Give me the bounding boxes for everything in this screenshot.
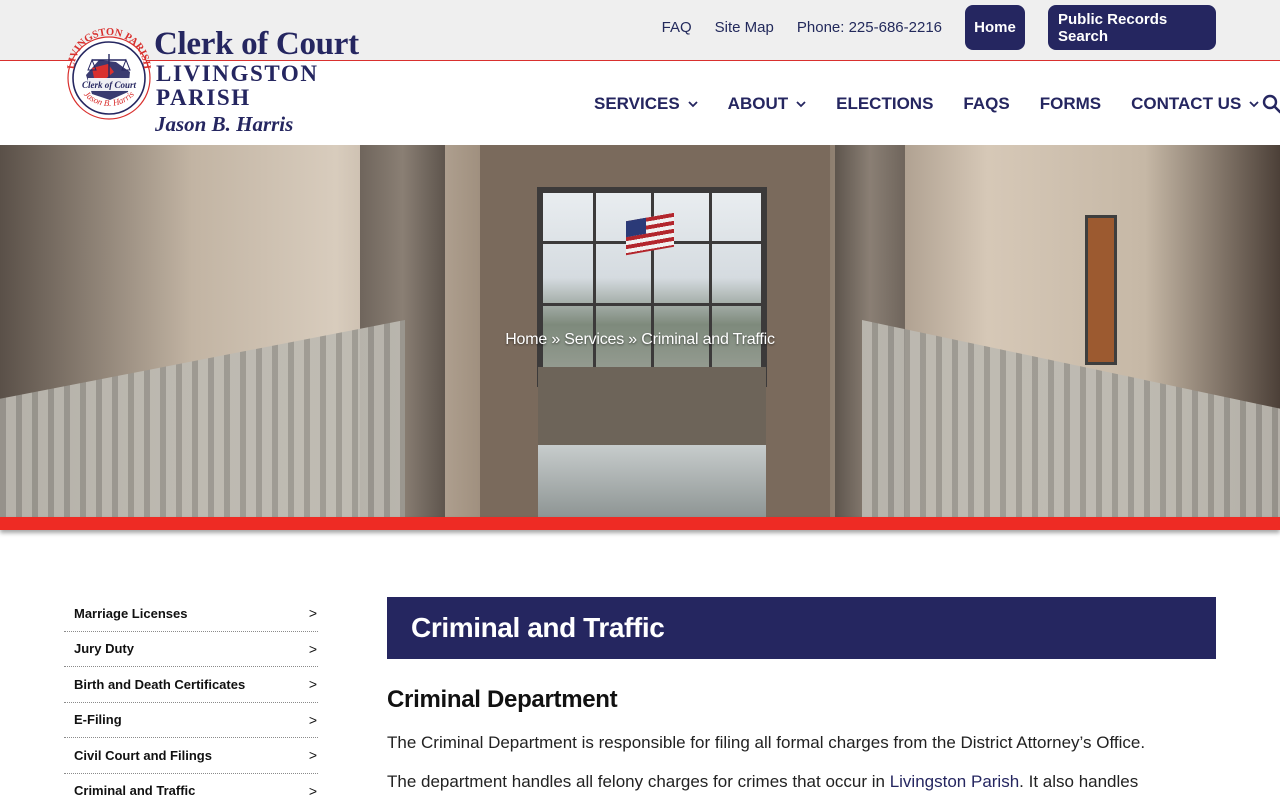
utility-nav: FAQ Site Map Phone: 225-686-2216 Home Pu… bbox=[662, 0, 1216, 55]
page-title: Criminal and Traffic bbox=[411, 612, 665, 643]
chevron-right-icon: > bbox=[308, 747, 317, 764]
sidebar-item-jury-duty[interactable]: Jury Duty > bbox=[64, 632, 318, 667]
sidebar-item-criminal-traffic[interactable]: Criminal and Traffic > bbox=[64, 774, 318, 800]
paragraph-2-start: The department handles all felony charge… bbox=[387, 772, 890, 791]
sidebar-item-birth-death-certificates[interactable]: Birth and Death Certificates > bbox=[64, 667, 318, 703]
nav-about[interactable]: ABOUT bbox=[728, 94, 806, 114]
chevron-right-icon: > bbox=[308, 605, 317, 622]
nav-contact-us-label: CONTACT US bbox=[1131, 94, 1242, 113]
home-button[interactable]: Home bbox=[965, 5, 1025, 50]
breadcrumb-services[interactable]: Services bbox=[564, 331, 624, 348]
logo-subtitle: LIVINGSTON PARISH bbox=[156, 61, 319, 110]
seal-center-text: Clerk of Court bbox=[82, 80, 137, 90]
main-nav: SERVICES ABOUT ELECTIONS FAQS FORMS CONT… bbox=[594, 92, 1280, 116]
nav-elections-label: ELECTIONS bbox=[836, 94, 934, 113]
section-heading: Criminal Department bbox=[387, 686, 618, 713]
phone-link[interactable]: Phone: 225-686-2216 bbox=[797, 19, 942, 36]
livingston-parish-link[interactable]: Livingston Parish bbox=[890, 772, 1019, 791]
site-map-link[interactable]: Site Map bbox=[715, 19, 774, 36]
sidebar-item-label: Civil Court and Filings bbox=[74, 747, 212, 763]
sidebar-item-label: Birth and Death Certificates bbox=[74, 676, 246, 692]
search-icon[interactable] bbox=[1262, 94, 1280, 114]
nav-about-label: ABOUT bbox=[727, 94, 789, 113]
chevron-down-icon bbox=[688, 101, 698, 108]
sidebar-item-civil-court[interactable]: Civil Court and Filings > bbox=[64, 738, 318, 774]
hero-photo-doors bbox=[538, 445, 766, 517]
logo-wordmark: Clerk of Court LIVINGSTON PARISH Jason B… bbox=[154, 26, 409, 138]
public-records-search-button[interactable]: Public Records Search bbox=[1048, 5, 1216, 50]
chevron-right-icon: > bbox=[308, 711, 317, 728]
main-content: Criminal and Traffic Criminal Department… bbox=[387, 597, 1216, 793]
sidebar-item-marriage-licenses[interactable]: Marriage Licenses > bbox=[64, 596, 318, 632]
nav-services[interactable]: SERVICES bbox=[594, 94, 698, 114]
breadcrumb-separator: » bbox=[624, 331, 642, 348]
breadcrumb-home[interactable]: Home bbox=[505, 331, 547, 348]
nav-forms[interactable]: FORMS bbox=[1040, 94, 1101, 114]
breadcrumb-separator: » bbox=[547, 331, 565, 348]
logo-clerk-name: Jason B. Harris bbox=[155, 112, 294, 136]
paragraph-2-end: . It also handles bbox=[1019, 772, 1139, 791]
sidebar-item-label: E-Filing bbox=[74, 712, 122, 728]
paragraph-2: The department handles all felony charge… bbox=[387, 771, 1216, 793]
sidebar-item-label: Criminal and Traffic bbox=[74, 783, 196, 799]
chevron-right-icon: > bbox=[308, 676, 317, 693]
nav-faqs[interactable]: FAQS bbox=[963, 94, 1009, 114]
faq-link[interactable]: FAQ bbox=[662, 19, 692, 36]
accent-divider bbox=[0, 517, 1280, 530]
sidebar-item-label: Jury Duty bbox=[74, 641, 134, 657]
nav-services-label: SERVICES bbox=[594, 94, 680, 113]
chevron-right-icon: > bbox=[308, 640, 317, 657]
chevron-down-icon bbox=[796, 101, 806, 108]
chevron-right-icon: > bbox=[308, 782, 317, 799]
parish-seal-icon: LIVINGSTON PARISH Jason B. Harris Clerk … bbox=[66, 27, 152, 120]
paragraph-1: The Criminal Department is responsible f… bbox=[387, 733, 1146, 752]
site-logo[interactable]: LIVINGSTON PARISH Jason B. Harris Clerk … bbox=[64, 20, 409, 136]
hero-banner: Home » Services » Criminal and Traffic bbox=[0, 145, 1280, 517]
nav-elections[interactable]: ELECTIONS bbox=[836, 94, 933, 114]
nav-faqs-label: FAQS bbox=[963, 94, 1010, 113]
hero-photo-balcony bbox=[538, 367, 766, 447]
sidebar-item-label: Marriage Licenses bbox=[74, 605, 188, 621]
sidebar-item-e-filing[interactable]: E-Filing > bbox=[64, 703, 318, 738]
nav-forms-label: FORMS bbox=[1039, 94, 1102, 113]
chevron-down-icon bbox=[1249, 101, 1259, 108]
breadcrumb-current: Criminal and Traffic bbox=[641, 331, 775, 348]
nav-contact-us[interactable]: CONTACT US bbox=[1131, 94, 1259, 114]
logo-title: Clerk of Court bbox=[154, 26, 359, 62]
breadcrumb: Home » Services » Criminal and Traffic bbox=[0, 331, 1280, 349]
services-sidebar: Marriage Licenses > Jury Duty > Birth an… bbox=[64, 596, 318, 800]
page-title-bar: Criminal and Traffic bbox=[387, 597, 1216, 659]
